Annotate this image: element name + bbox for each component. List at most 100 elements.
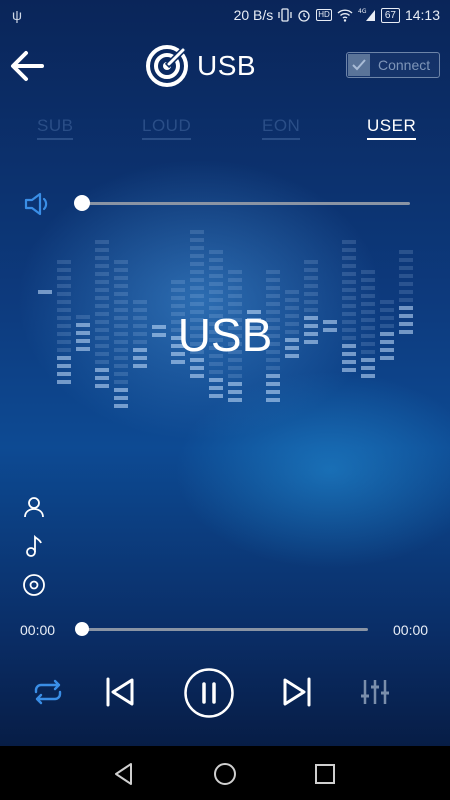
equalizer-segment bbox=[399, 274, 413, 278]
equalizer-segment bbox=[209, 290, 223, 294]
tab-loud[interactable]: LOUD bbox=[142, 116, 192, 140]
back-button[interactable] bbox=[8, 48, 46, 84]
equalizer-segment bbox=[228, 294, 242, 298]
vibrate-icon bbox=[278, 8, 292, 22]
tab-user[interactable]: USER bbox=[367, 116, 417, 140]
equalizer-segment bbox=[57, 372, 71, 376]
equalizer-segment bbox=[361, 286, 375, 290]
connect-toggle[interactable]: Connect bbox=[346, 52, 440, 78]
equalizer-segment bbox=[209, 266, 223, 270]
equalizer-segment bbox=[361, 302, 375, 306]
repeat-icon[interactable] bbox=[32, 678, 64, 706]
volume-slider-thumb[interactable] bbox=[74, 195, 90, 211]
volume-slider[interactable] bbox=[74, 195, 410, 211]
equalizer-segment bbox=[114, 300, 128, 304]
nav-home-icon[interactable] bbox=[212, 761, 238, 787]
progress-slider[interactable] bbox=[75, 622, 368, 636]
equalizer-segment bbox=[95, 288, 109, 292]
equalizer-segment bbox=[228, 366, 242, 370]
equalizer-segment bbox=[228, 382, 242, 386]
pause-icon[interactable] bbox=[183, 667, 235, 719]
equalizer-segment bbox=[209, 298, 223, 302]
next-icon[interactable] bbox=[281, 676, 313, 708]
equalizer-segment bbox=[342, 256, 356, 260]
equalizer-segment bbox=[190, 286, 204, 290]
hd-icon: HD bbox=[316, 9, 332, 21]
volume-icon[interactable] bbox=[22, 190, 54, 218]
nav-recents-icon[interactable] bbox=[312, 761, 338, 787]
equalizer-segment bbox=[114, 396, 128, 400]
equalizer-segment bbox=[114, 364, 128, 368]
status-bar: ψ 20 B/s HD 4G 67 14:13 bbox=[0, 0, 450, 32]
equalizer-segment bbox=[190, 230, 204, 234]
equalizer-segment bbox=[209, 394, 223, 398]
equalizer-segment bbox=[57, 364, 71, 368]
status-time: 14:13 bbox=[404, 7, 440, 23]
equalizer-segment bbox=[190, 374, 204, 378]
equalizer-segment bbox=[190, 366, 204, 370]
progress-slider-thumb[interactable] bbox=[75, 622, 89, 636]
equalizer-segment bbox=[190, 238, 204, 242]
equalizer-segment bbox=[57, 260, 71, 264]
equalizer-segment bbox=[114, 276, 128, 280]
brand-logo-icon bbox=[146, 45, 188, 87]
equalizer-segment bbox=[399, 250, 413, 254]
equalizer-segment bbox=[304, 260, 318, 264]
equalizer-segment bbox=[399, 282, 413, 286]
nav-back-icon[interactable] bbox=[111, 761, 137, 787]
equalizer-segment bbox=[114, 388, 128, 392]
equalizer-segment bbox=[228, 390, 242, 394]
equalizer-segment bbox=[57, 292, 71, 296]
equalizer-segment bbox=[209, 370, 223, 374]
wifi-icon bbox=[337, 8, 353, 22]
equalizer-segment bbox=[95, 248, 109, 252]
connect-label: Connect bbox=[378, 57, 431, 73]
equalizer-segment bbox=[95, 296, 109, 300]
equalizer-segment bbox=[95, 280, 109, 284]
equalizer-segment bbox=[57, 284, 71, 288]
equalizer-segment bbox=[95, 368, 109, 372]
equalizer-segment bbox=[342, 288, 356, 292]
equalizer-segment bbox=[228, 286, 242, 290]
equalizer-segment bbox=[342, 272, 356, 276]
equalizer-segment bbox=[228, 270, 242, 274]
album-icon[interactable] bbox=[22, 573, 46, 597]
equalizer-segment bbox=[190, 302, 204, 306]
equalizer-segment bbox=[266, 286, 280, 290]
total-time: 00:00 bbox=[393, 622, 429, 638]
tab-sub[interactable]: SUB bbox=[37, 116, 74, 140]
equalizer-segment bbox=[304, 292, 318, 296]
equalizer-segment bbox=[57, 380, 71, 384]
equalizer-segment bbox=[285, 298, 299, 302]
equalizer-segment bbox=[209, 378, 223, 382]
tab-eon[interactable]: EON bbox=[262, 116, 301, 140]
equalizer-segment bbox=[133, 364, 147, 368]
playback-controls bbox=[0, 662, 450, 724]
equalizer-segment bbox=[114, 284, 128, 288]
page-title: USB bbox=[197, 50, 257, 81]
equalizer-segment bbox=[285, 290, 299, 294]
equalizer-segment bbox=[342, 368, 356, 372]
system-nav-bar bbox=[0, 746, 450, 800]
equalizer-segment bbox=[266, 366, 280, 370]
svg-text:4G: 4G bbox=[358, 8, 367, 15]
equalizer-segment bbox=[57, 300, 71, 304]
equalizer-segment bbox=[266, 382, 280, 386]
equalizer-segment bbox=[57, 276, 71, 280]
artist-icon[interactable] bbox=[22, 495, 46, 519]
header: USB Connect bbox=[0, 40, 450, 92]
previous-icon[interactable] bbox=[104, 676, 136, 708]
equalizer-icon[interactable] bbox=[360, 678, 390, 706]
song-icon[interactable] bbox=[22, 534, 46, 558]
equalizer-segment bbox=[209, 258, 223, 262]
equalizer-segment bbox=[95, 272, 109, 276]
equalizer-segment bbox=[209, 282, 223, 286]
equalizer-segment bbox=[190, 262, 204, 266]
equalizer-segment bbox=[95, 256, 109, 260]
equalizer-segment bbox=[304, 268, 318, 272]
equalizer-segment bbox=[190, 294, 204, 298]
equalizer-segment bbox=[304, 284, 318, 288]
equalizer-segment bbox=[190, 270, 204, 274]
equalizer-segment bbox=[304, 300, 318, 304]
alarm-icon bbox=[298, 10, 310, 22]
